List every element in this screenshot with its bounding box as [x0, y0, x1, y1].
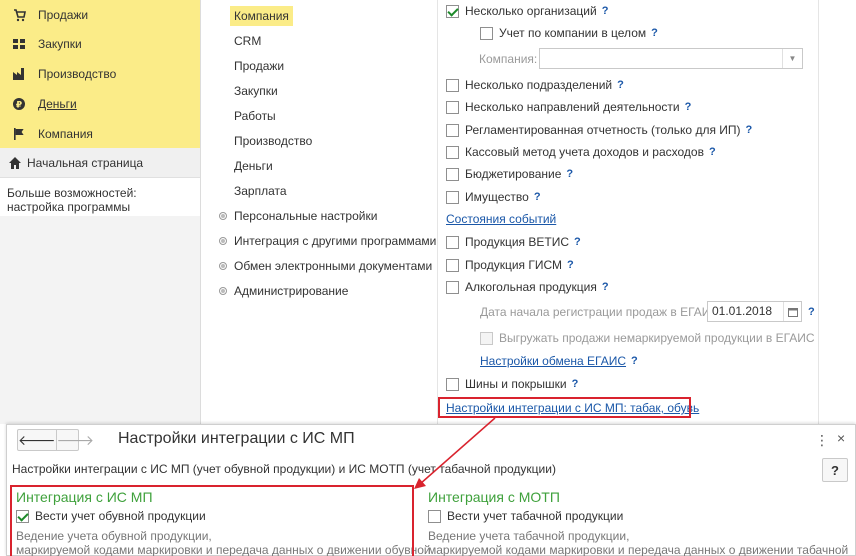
- annotation-arrow: [414, 417, 496, 489]
